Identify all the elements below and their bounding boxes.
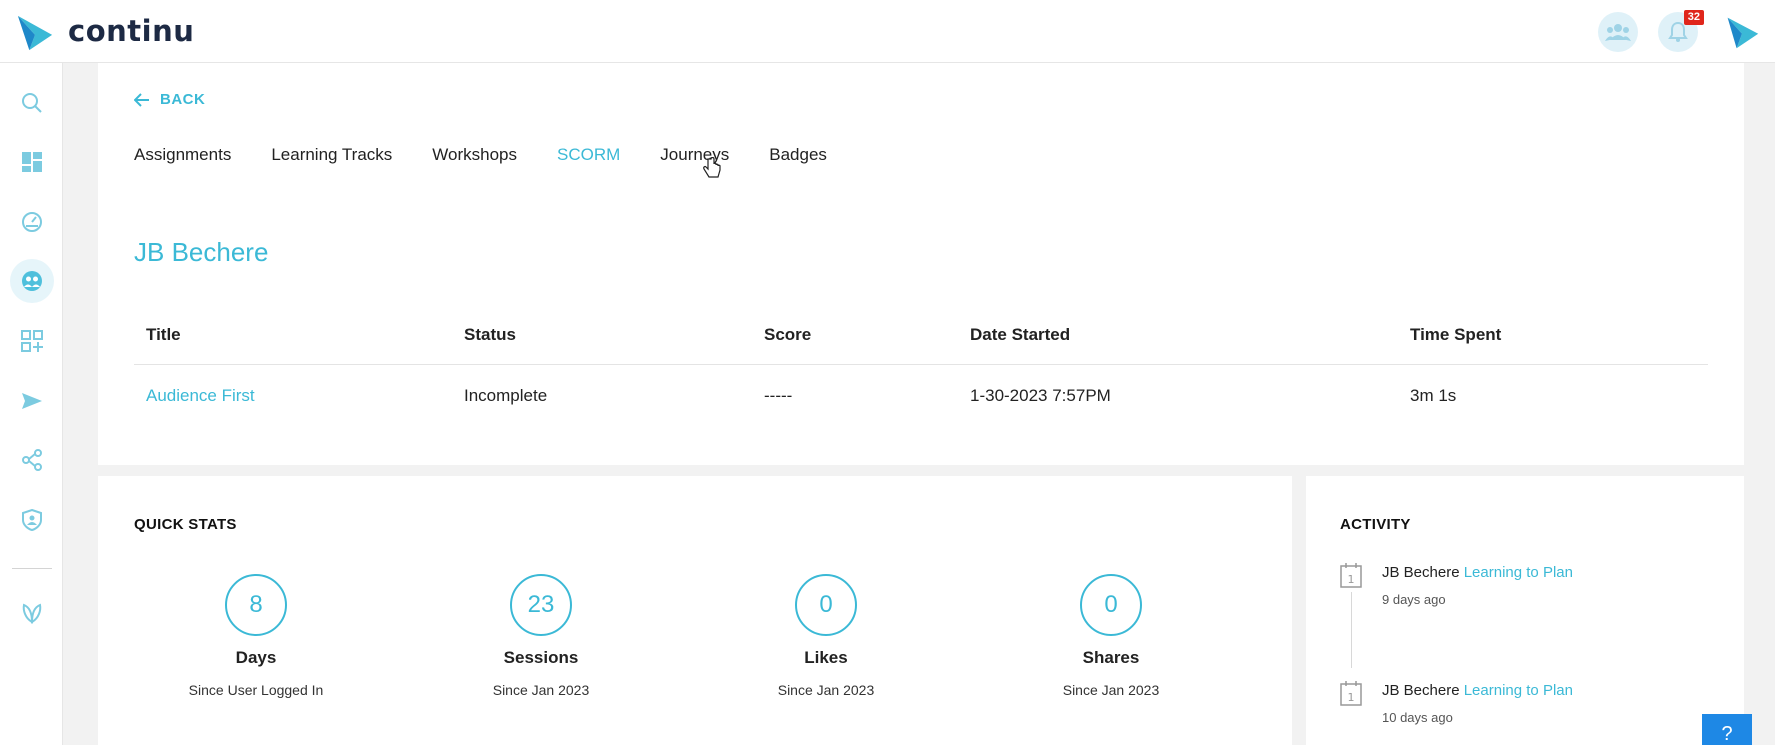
stat-label: Shares: [1082, 648, 1140, 667]
sidebar-item-dashboard[interactable]: [10, 140, 54, 184]
sidebar-divider: [12, 568, 52, 569]
table-row: Audience First Incomplete ----- 1-30-202…: [134, 365, 1708, 427]
table-header-row: Title Status Score Date Started Time Spe…: [134, 305, 1708, 365]
sidebar-item-leaf[interactable]: [10, 591, 54, 635]
row-date-started: 1-30-2023 7:57PM: [970, 386, 1111, 405]
continu-logo-icon[interactable]: [16, 14, 54, 52]
sidebar-item-analytics[interactable]: [10, 200, 54, 244]
page-scrollbar[interactable]: [1757, 63, 1775, 745]
back-button[interactable]: BACK: [134, 91, 205, 108]
activity-user: JB Bechere: [1382, 564, 1460, 581]
scorm-table: Title Status Score Date Started Time Spe…: [134, 305, 1708, 427]
activity-text: JB Bechere Learning to Plan: [1382, 682, 1573, 699]
arrow-left-icon: [134, 92, 149, 107]
row-score: -----: [764, 386, 793, 405]
tab-assignments[interactable]: Assignments: [134, 145, 231, 165]
team-button[interactable]: [1598, 12, 1638, 52]
quick-stats-card: QUICK STATS 8 Days Since User Logged In …: [98, 476, 1292, 745]
help-button[interactable]: ?: [1702, 714, 1752, 745]
column-header-title: Title: [146, 324, 181, 344]
leaf-icon: [22, 603, 42, 624]
add-grid-icon: [21, 330, 43, 352]
stat-value: 0: [1080, 574, 1142, 636]
send-icon: [22, 393, 42, 409]
page-title: JB Bechere: [134, 237, 269, 267]
calendar-icon: 1: [1340, 681, 1362, 706]
svg-text:1: 1: [1348, 573, 1355, 586]
activity-title: ACTIVITY: [1340, 516, 1411, 533]
back-label: BACK: [160, 91, 206, 108]
stat-value: 0: [795, 574, 857, 636]
sidebar-item-share[interactable]: [10, 438, 54, 482]
sidebar-item-users[interactable]: [10, 259, 54, 303]
activity-user: JB Bechere: [1382, 682, 1460, 699]
stat-value: 23: [510, 574, 572, 636]
brand-name[interactable]: continu: [68, 14, 194, 48]
stat-days: 8 Days Since User Logged In: [146, 574, 366, 698]
stat-label: Days: [235, 648, 277, 667]
column-header-time-spent: Time Spent: [1410, 324, 1502, 344]
stat-likes: 0 Likes Since Jan 2023: [716, 574, 936, 698]
row-title-link[interactable]: Audience First: [134, 386, 452, 406]
user-detail-card: BACK Assignments Learning Tracks Worksho…: [98, 63, 1744, 465]
sidebar-item-search[interactable]: [10, 81, 54, 125]
shield-user-icon: [22, 509, 42, 531]
share-icon: [22, 449, 42, 471]
stat-label: Sessions: [503, 648, 579, 667]
stat-sessions: 23 Sessions Since Jan 2023: [431, 574, 651, 698]
activity-content-link[interactable]: Learning to Plan: [1464, 682, 1573, 699]
content-tabs: Assignments Learning Tracks Workshops SC…: [134, 145, 867, 165]
dashboard-icon: [22, 152, 42, 172]
row-time-spent: 3m 1s: [1410, 386, 1457, 405]
activity-time: 10 days ago: [1382, 710, 1453, 725]
tab-learning-tracks[interactable]: Learning Tracks: [271, 145, 392, 165]
tab-workshops[interactable]: Workshops: [432, 145, 517, 165]
svg-text:1: 1: [1348, 691, 1355, 704]
tab-badges[interactable]: Badges: [769, 145, 827, 165]
stat-label: Likes: [804, 648, 848, 667]
sidebar-item-send[interactable]: [10, 379, 54, 423]
stat-subtitle: Since Jan 2023: [777, 682, 875, 698]
tab-scorm[interactable]: SCORM: [557, 145, 620, 165]
team-icon: [1605, 24, 1631, 41]
stat-subtitle: Since Jan 2023: [492, 682, 590, 698]
row-status: Incomplete: [464, 386, 548, 405]
activity-text: JB Bechere Learning to Plan: [1382, 564, 1573, 581]
analytics-icon: [22, 212, 42, 232]
app-switcher-logo-icon[interactable]: [1724, 14, 1760, 50]
sidebar-item-add-content[interactable]: [10, 319, 54, 363]
activity-time: 9 days ago: [1382, 592, 1446, 607]
column-header-date-started: Date Started: [970, 324, 1071, 344]
stat-subtitle: Since User Logged In: [188, 682, 324, 698]
activity-content-link[interactable]: Learning to Plan: [1464, 564, 1573, 581]
timeline-connector: [1351, 592, 1352, 668]
column-header-status: Status: [464, 324, 516, 344]
notification-count-badge: 32: [1683, 10, 1704, 25]
stat-shares: 0 Shares Since Jan 2023: [1001, 574, 1221, 698]
users-icon: [22, 271, 42, 291]
column-header-score: Score: [764, 324, 812, 344]
sidebar: [0, 63, 63, 745]
stat-value: 8: [225, 574, 287, 636]
calendar-icon: 1: [1340, 563, 1362, 588]
hand-cursor-icon: [703, 157, 721, 178]
sidebar-item-admin[interactable]: [10, 498, 54, 542]
search-icon: [22, 93, 42, 113]
quick-stats-title: QUICK STATS: [134, 516, 237, 533]
stat-subtitle: Since Jan 2023: [1062, 682, 1160, 698]
activity-card: ACTIVITY 1 JB Bechere Learning to Plan 9…: [1306, 476, 1744, 745]
top-bar: continu 32: [0, 0, 1775, 63]
notifications-button[interactable]: 32: [1658, 10, 1704, 52]
